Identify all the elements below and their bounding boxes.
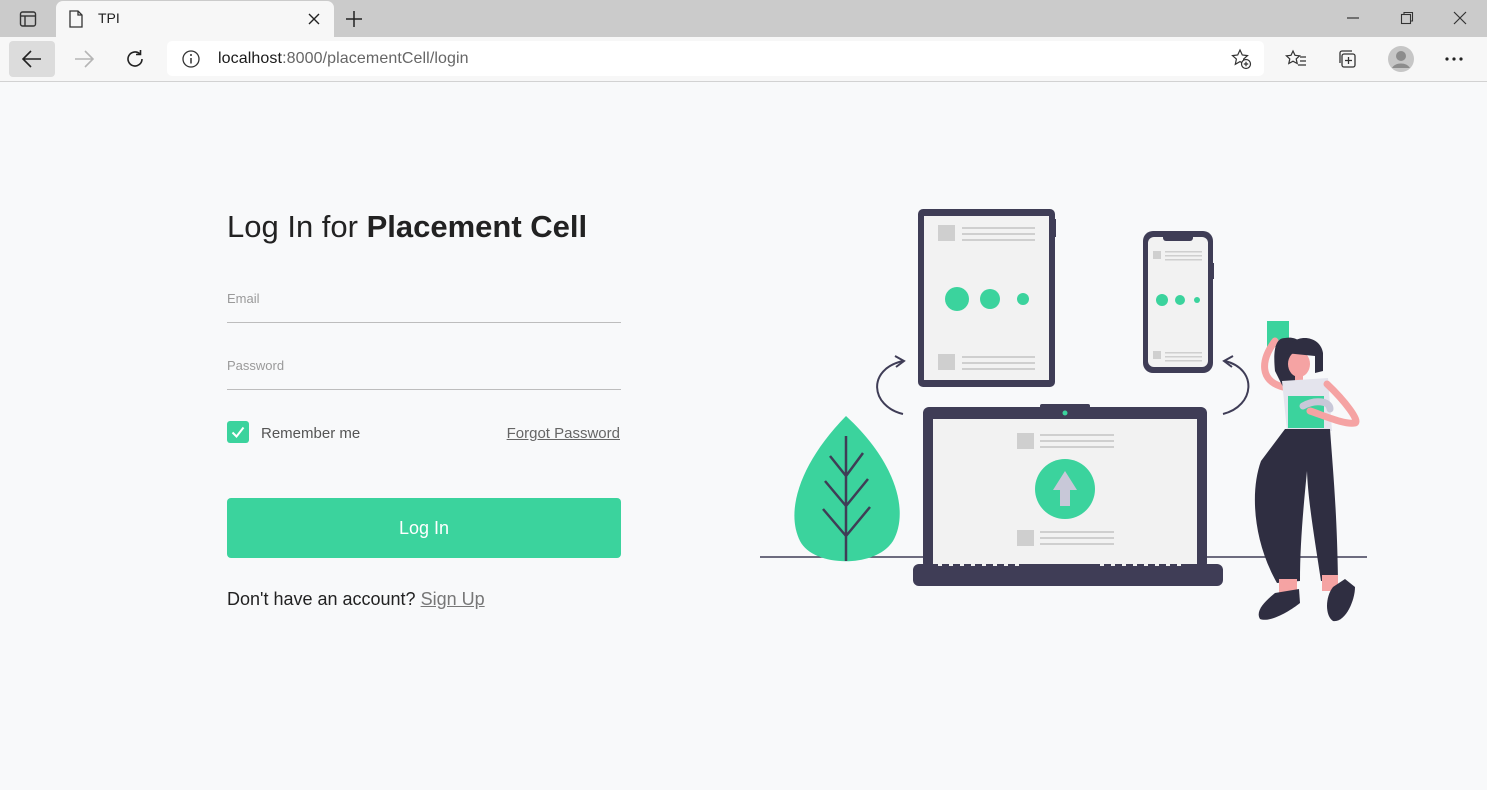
- url-text: localhost:8000/placementCell/login: [218, 50, 469, 68]
- close-tab-icon[interactable]: [304, 9, 324, 29]
- close-window-icon[interactable]: [1433, 0, 1487, 36]
- title-bold: Placement Cell: [366, 209, 588, 244]
- profile-avatar-icon[interactable]: [1378, 41, 1424, 77]
- collections-icon[interactable]: [1325, 41, 1371, 77]
- browser-tab[interactable]: TPI: [56, 1, 334, 37]
- forgot-password-link[interactable]: Forgot Password: [507, 425, 620, 442]
- tablet-icon: [918, 209, 1056, 387]
- devices-illustration: [760, 209, 1367, 622]
- tab-title: TPI: [98, 10, 120, 26]
- url-host: localhost: [218, 50, 283, 67]
- remember-me-checkbox[interactable]: [227, 421, 249, 443]
- signup-link[interactable]: Sign Up: [421, 589, 485, 609]
- password-input[interactable]: [227, 350, 621, 380]
- phone-icon: [1143, 231, 1214, 373]
- restore-icon[interactable]: [1380, 0, 1434, 36]
- leaf-icon: [794, 416, 900, 562]
- more-menu-icon[interactable]: [1431, 41, 1477, 77]
- login-button[interactable]: Log In: [227, 498, 621, 558]
- signup-prompt-text: Don't have an account?: [227, 589, 416, 609]
- minimize-icon[interactable]: [1326, 0, 1380, 36]
- page-title: Log In for Placement Cell: [227, 209, 587, 245]
- address-bar[interactable]: localhost:8000/placementCell/login: [167, 41, 1264, 76]
- site-info-icon[interactable]: [181, 49, 201, 69]
- email-input[interactable]: [227, 283, 621, 313]
- forward-icon[interactable]: [61, 41, 107, 77]
- tab-actions-icon[interactable]: [8, 6, 48, 32]
- back-icon[interactable]: [9, 41, 55, 77]
- signup-prompt: Don't have an account? Sign Up: [227, 589, 485, 610]
- page-icon: [69, 10, 83, 28]
- email-field: [227, 283, 621, 323]
- add-favorite-icon[interactable]: [1230, 48, 1252, 70]
- title-plain: Log In for: [227, 209, 367, 244]
- favorites-icon[interactable]: [1273, 41, 1319, 77]
- url-path: :8000/placementCell/login: [282, 50, 469, 67]
- tab-strip: TPI: [0, 0, 1487, 37]
- woman-figure-icon: [1254, 321, 1360, 622]
- laptop-icon: [913, 404, 1223, 586]
- password-field: [227, 350, 621, 390]
- browser-toolbar: localhost:8000/placementCell/login: [0, 37, 1487, 82]
- page-viewport: Log In for Placement Cell Remember me Fo…: [0, 83, 1487, 790]
- new-tab-icon[interactable]: [341, 6, 367, 32]
- remember-me-label[interactable]: Remember me: [261, 425, 360, 442]
- check-icon: [231, 426, 245, 438]
- refresh-icon[interactable]: [112, 41, 158, 77]
